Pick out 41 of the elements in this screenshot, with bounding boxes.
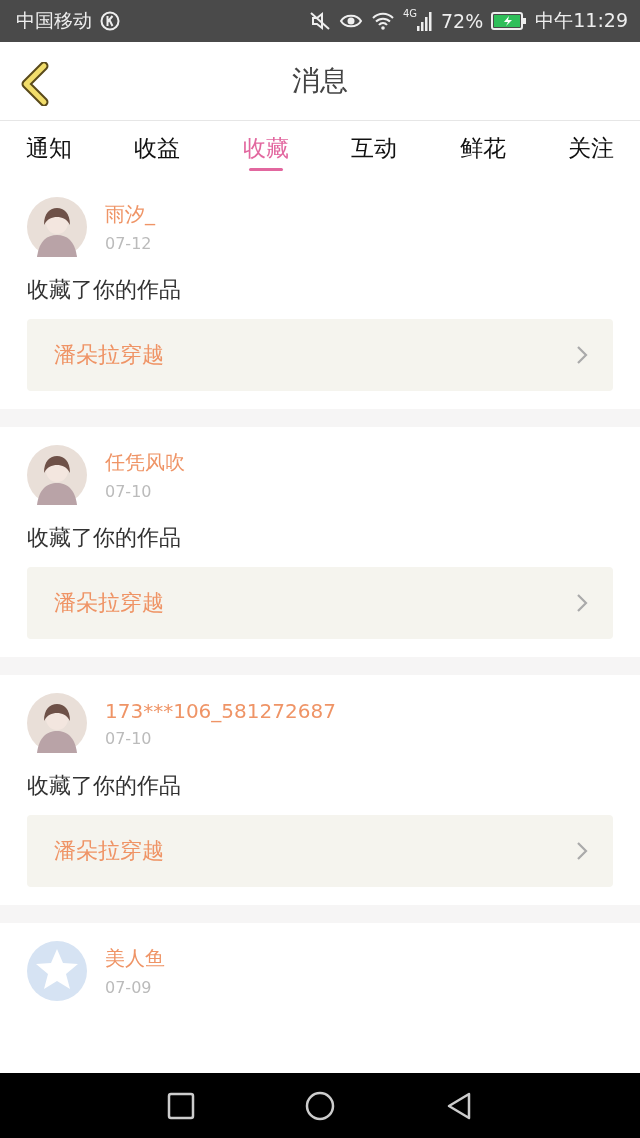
- home-button[interactable]: [305, 1090, 335, 1121]
- user-name[interactable]: 雨汐_: [105, 201, 155, 228]
- message-date: 07-10: [105, 728, 153, 748]
- battery-percent: 72%: [441, 10, 484, 32]
- avatar-icon: [27, 445, 87, 505]
- chevron-right-icon: [575, 592, 589, 614]
- tab[interactable]: 关注: [567, 121, 614, 179]
- eye-icon: [338, 12, 363, 30]
- avatar-icon: [27, 197, 87, 257]
- message-text: 收藏了你的作品: [27, 276, 182, 304]
- message-date: 07-09: [105, 978, 153, 997]
- work-link[interactable]: 潘朵拉穿越: [27, 567, 613, 639]
- message-text: 收藏了你的作品: [27, 772, 182, 800]
- user-name[interactable]: 173***106_581272687: [105, 698, 336, 723]
- signal-icon: [417, 11, 433, 31]
- network-type: 4G: [402, 8, 417, 19]
- tab[interactable]: 互动: [351, 121, 398, 179]
- message-text: 收藏了你的作品: [27, 524, 182, 552]
- star-avatar-icon: [27, 941, 87, 1001]
- tab[interactable]: 通知: [26, 121, 72, 179]
- page-title: 消息: [292, 63, 348, 99]
- tab[interactable]: 收藏: [242, 121, 289, 179]
- carrier-name: 中国移动: [16, 8, 92, 33]
- k-circle-icon: [100, 11, 120, 31]
- message-date: 07-12: [105, 234, 153, 253]
- tab[interactable]: 收益: [134, 121, 181, 179]
- clock: 中午11:29: [535, 8, 628, 33]
- mute-icon: [308, 11, 331, 31]
- tab[interactable]: 鲜花: [459, 121, 506, 179]
- battery-icon: [491, 11, 528, 31]
- recent-apps-button[interactable]: [167, 1091, 195, 1120]
- user-name[interactable]: 任凭风吹: [105, 449, 185, 476]
- user-name[interactable]: 美人鱼: [105, 945, 165, 972]
- work-link[interactable]: 潘朵拉穿越: [27, 815, 613, 887]
- work-link[interactable]: 潘朵拉穿越: [27, 319, 613, 391]
- avatar-icon: [27, 693, 87, 753]
- wifi-icon: [370, 12, 395, 30]
- back-nav-button[interactable]: [445, 1090, 473, 1121]
- chevron-right-icon: [575, 840, 589, 862]
- message-date: 07-10: [105, 482, 153, 501]
- chevron-right-icon: [575, 344, 589, 366]
